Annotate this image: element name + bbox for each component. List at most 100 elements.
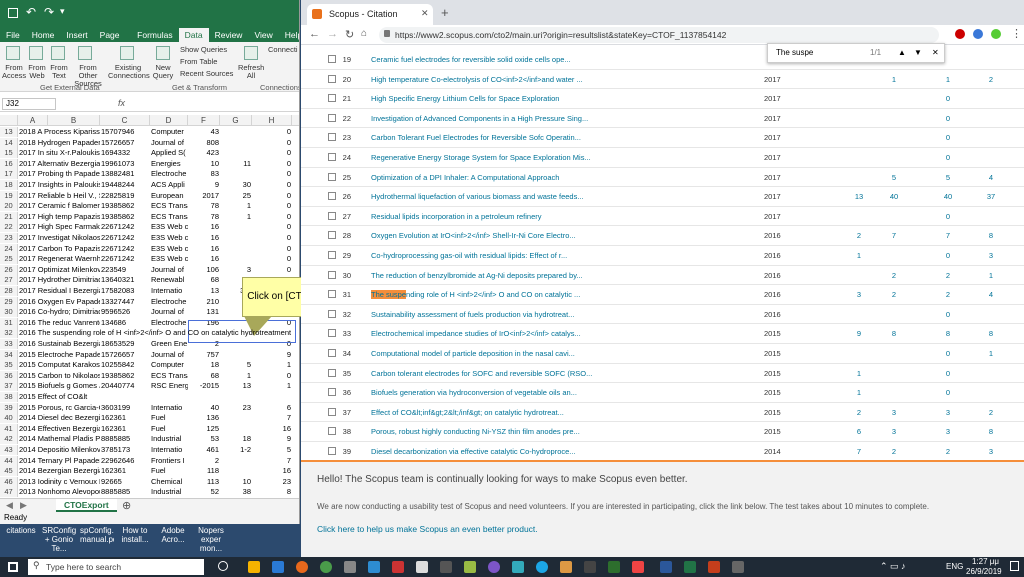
taskbar-app-icon[interactable]: [368, 561, 380, 573]
extension-icon[interactable]: [973, 29, 983, 39]
find-next-icon[interactable]: ▼: [914, 44, 922, 62]
grid-cell[interactable]: 2015 Carbon to Nikolaos F: [18, 371, 100, 381]
find-prev-icon[interactable]: ▲: [898, 44, 906, 62]
grid-cell[interactable]: 22671242: [100, 244, 150, 254]
grid-cell[interactable]: 10255842: [100, 360, 150, 370]
grid-cell[interactable]: E3S Web c: [150, 244, 188, 254]
grid-cell[interactable]: RSC Energ: [150, 381, 188, 391]
grid-cell[interactable]: 23: [220, 403, 252, 413]
citation-count[interactable]: 0: [933, 148, 963, 167]
row-header[interactable]: 24: [0, 243, 18, 254]
grid-cell[interactable]: 2017: [188, 191, 220, 201]
citation-count[interactable]: 2: [933, 285, 963, 304]
row-checkbox[interactable]: [328, 231, 336, 240]
taskbar-search-input[interactable]: Type here to search: [28, 559, 204, 575]
grid-cell[interactable]: E3S Web c: [150, 233, 188, 243]
grid-cell[interactable]: Chemical: [150, 477, 188, 487]
grid-cell[interactable]: 2017 Investigat Nikolaos F: [18, 233, 100, 243]
powerpoint-icon[interactable]: [708, 561, 720, 573]
firefox-icon[interactable]: [296, 561, 308, 573]
taskbar-app-icon[interactable]: [248, 561, 260, 573]
row-checkbox[interactable]: [328, 427, 336, 436]
citation-count[interactable]: 3: [879, 422, 909, 441]
grid-cell[interactable]: 1694332: [100, 148, 150, 158]
row-header[interactable]: 27: [0, 275, 18, 286]
row-header[interactable]: 34: [0, 349, 18, 360]
grid-cell[interactable]: 3785173: [100, 445, 150, 455]
citation-count[interactable]: 7: [844, 442, 874, 460]
row-checkbox[interactable]: [328, 270, 336, 279]
browser-tab[interactable]: Scopus - Citation overview: [307, 4, 433, 40]
row-header[interactable]: 14: [0, 137, 18, 148]
grid-cell[interactable]: 2017 Insights in Paloukis F: [18, 180, 100, 190]
grid-cell[interactable]: 0: [252, 191, 292, 201]
connections-button[interactable]: Connecti: [268, 46, 298, 54]
row-checkbox[interactable]: [328, 211, 336, 220]
grid-cell[interactable]: 43: [188, 127, 220, 137]
grid-cell[interactable]: 0: [252, 222, 292, 232]
grid-cell[interactable]: 20440774: [100, 381, 150, 391]
desktop-icon[interactable]: Nopers exper mon...: [194, 526, 228, 555]
row-header[interactable]: 35: [0, 360, 18, 371]
grid-cell[interactable]: 9: [252, 350, 292, 360]
desktop-icon[interactable]: SRConfig.Dll + Gonio Te...: [42, 526, 76, 555]
grid-cell[interactable]: 125: [188, 424, 220, 434]
grid-cell[interactable]: 757: [188, 350, 220, 360]
grid-cell[interactable]: Electroche: [150, 297, 188, 307]
tray-icons[interactable]: ⌃ ▭ ♪: [880, 561, 906, 572]
desktop-icon[interactable]: citations: [4, 526, 38, 555]
grid-cell[interactable]: 2018 Hydrogen Papaderal: [18, 138, 100, 148]
grid-cell[interactable]: 78: [188, 212, 220, 222]
row-header[interactable]: 13: [0, 127, 18, 137]
grid-cell[interactable]: 16: [252, 424, 292, 434]
notifications-icon[interactable]: [1010, 561, 1019, 571]
citation-count[interactable]: 2: [844, 403, 874, 422]
row-header[interactable]: 26: [0, 264, 18, 275]
citation-count[interactable]: 3: [933, 422, 963, 441]
taskbar-app-icon[interactable]: [464, 561, 476, 573]
document-title-link[interactable]: Oxygen Evolution at IrO<inf>2</inf> Shel…: [371, 226, 711, 245]
citation-count[interactable]: 0: [933, 305, 963, 324]
grid-cell[interactable]: 13640321: [100, 275, 150, 285]
grid-cell[interactable]: 0: [252, 201, 292, 211]
taskbar-app-icon[interactable]: [512, 561, 524, 573]
grid-cell[interactable]: 2014 Effectiven Bezergian: [18, 424, 100, 434]
grid-cell[interactable]: 68: [188, 275, 220, 285]
grid-cell[interactable]: 2017 High temp Papazisi K: [18, 212, 100, 222]
grid-cell[interactable]: 2017 Probing th Papaderal: [18, 169, 100, 179]
citation-count[interactable]: 2: [1016, 442, 1024, 460]
citation-count[interactable]: 1: [976, 266, 1006, 285]
redo-icon[interactable]: ↷: [44, 5, 54, 19]
document-title-link[interactable]: Investigation of Advanced Components in …: [371, 109, 711, 128]
tab-page-layout[interactable]: Page Layout: [94, 28, 132, 52]
col-header[interactable]: B: [48, 115, 100, 126]
citation-count[interactable]: 1: [844, 364, 874, 383]
grid-cell[interactable]: 15707946: [100, 127, 150, 137]
row-header[interactable]: 45: [0, 466, 18, 477]
mail-icon[interactable]: [416, 561, 428, 573]
grid-cell[interactable]: 118: [188, 466, 220, 476]
citation-count[interactable]: 2: [933, 442, 963, 460]
grid-cell[interactable]: Green Ene: [150, 339, 188, 349]
grid-cell[interactable]: Computer: [150, 127, 188, 137]
document-title-link[interactable]: The suspending role of H <inf>2</inf> O …: [371, 285, 711, 304]
citation-count[interactable]: 1: [844, 383, 874, 402]
row-header[interactable]: 42: [0, 434, 18, 445]
grid-cell[interactable]: 19385862: [100, 201, 150, 211]
task-view-icon[interactable]: [218, 561, 228, 571]
row-header[interactable]: 46: [0, 476, 18, 487]
grid-cell[interactable]: 68: [188, 371, 220, 381]
desktop-icon[interactable]: How to install...: [118, 526, 152, 555]
extension-icon[interactable]: [991, 29, 1001, 39]
recent-sources-button[interactable]: Recent Sources: [180, 70, 233, 78]
extension-icon[interactable]: [955, 29, 965, 39]
col-header[interactable]: H: [252, 115, 292, 126]
grid-cell[interactable]: 2014 Bezergian Bezergian: [18, 466, 100, 476]
grid-cell[interactable]: -2015: [188, 381, 220, 391]
grid-cell[interactable]: Electroche: [150, 169, 188, 179]
grid-cell[interactable]: Journal of: [150, 350, 188, 360]
document-title-link[interactable]: Diesel decarbonization via effective cat…: [371, 442, 711, 460]
citation-count[interactable]: 7: [933, 226, 963, 245]
grid-cell[interactable]: 8: [252, 487, 292, 497]
viber-icon[interactable]: [488, 561, 500, 573]
